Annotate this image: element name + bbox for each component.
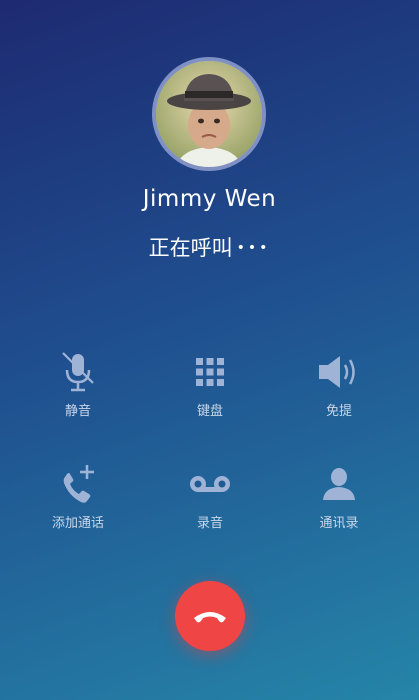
calling-dots: •••: [236, 240, 271, 256]
keypad-icon: [196, 358, 224, 386]
contacts-button[interactable]: 通讯录: [284, 462, 394, 531]
mic-muted-icon: [62, 352, 94, 392]
add-call-icon: [63, 465, 94, 503]
speaker-icon: [319, 356, 355, 388]
call-status: 正在呼叫 •••: [0, 232, 419, 262]
call-status-text: 正在呼叫: [148, 236, 233, 260]
record-label: 录音: [196, 516, 223, 531]
mute-button[interactable]: 静音: [23, 350, 133, 419]
end-call-button[interactable]: [175, 581, 245, 651]
contacts-label: 通讯录: [319, 516, 359, 531]
add-call-label: 添加通话: [51, 516, 104, 531]
keypad-button[interactable]: 键盘: [155, 350, 265, 419]
keypad-label: 键盘: [196, 404, 223, 419]
avatar-photo: [156, 61, 262, 167]
mute-label: 静音: [64, 404, 91, 419]
speaker-label: 免提: [325, 404, 352, 419]
speaker-button[interactable]: 免提: [284, 350, 394, 419]
record-button[interactable]: 录音: [155, 462, 265, 531]
caller-avatar: [152, 57, 266, 171]
caller-name: Jimmy Wen: [142, 186, 277, 212]
hang-up-phone-icon: [194, 612, 226, 623]
voicemail-record-icon: [190, 476, 230, 492]
contact-person-icon: [323, 468, 355, 500]
add-call-button[interactable]: 添加通话: [23, 462, 133, 531]
